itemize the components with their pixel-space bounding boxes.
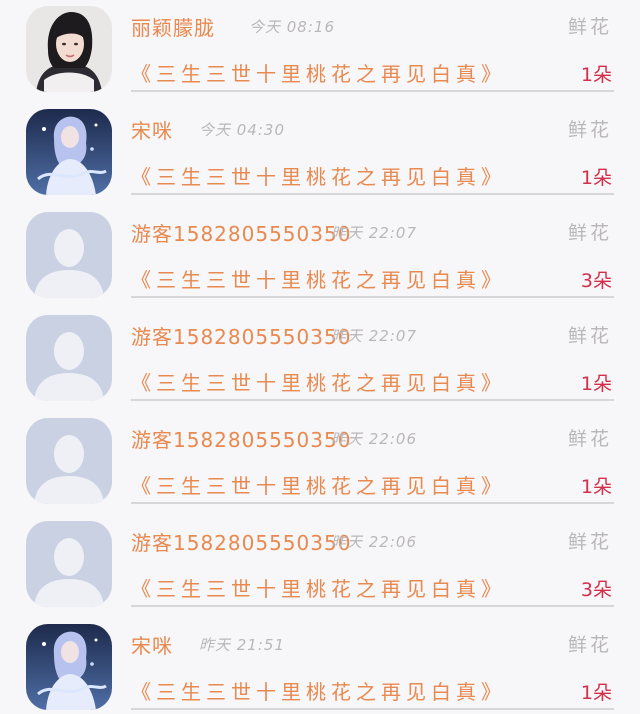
gift-count: 1朵 — [580, 682, 612, 704]
default-avatar-icon — [26, 521, 112, 607]
timestamp: 今天 08:16 — [249, 18, 335, 36]
book-title[interactable]: 《三生三世十里桃花之再见白真》 — [131, 264, 506, 293]
divider — [131, 296, 614, 298]
user-photo-icon — [26, 6, 112, 92]
book-title[interactable]: 《三生三世十里桃花之再见白真》 — [131, 676, 506, 705]
list-item[interactable]: 宋咪 今天 04:30 鲜花 《三生三世十里桃花之再见白真》 1朵 — [0, 103, 640, 206]
gift-type: 鲜花 — [567, 325, 612, 347]
anime-avatar-icon — [26, 109, 112, 195]
avatar[interactable] — [26, 315, 112, 401]
avatar[interactable] — [26, 6, 112, 92]
avatar[interactable] — [26, 624, 112, 710]
book-title[interactable]: 《三生三世十里桃花之再见白真》 — [131, 573, 506, 602]
list-item[interactable]: 丽颖朦胧 今天 08:16 鲜花 《三生三世十里桃花之再见白真》 1朵 — [0, 0, 640, 103]
gift-count: 1朵 — [580, 476, 612, 498]
gift-type: 鲜花 — [567, 222, 612, 244]
avatar[interactable] — [26, 418, 112, 504]
user-name[interactable]: 游客1582805550350 — [131, 218, 351, 247]
gift-type: 鲜花 — [567, 119, 612, 141]
gift-count: 3朵 — [580, 579, 612, 601]
user-name[interactable]: 游客1582805550350 — [131, 527, 351, 556]
user-name[interactable]: 游客1582805550350 — [131, 424, 351, 453]
book-title[interactable]: 《三生三世十里桃花之再见白真》 — [131, 58, 506, 87]
divider — [131, 605, 614, 607]
gift-count: 1朵 — [580, 64, 612, 86]
gift-type: 鲜花 — [567, 428, 612, 450]
gift-record-list: 丽颖朦胧 今天 08:16 鲜花 《三生三世十里桃花之再见白真》 1朵 宋咪 今… — [0, 0, 640, 714]
list-item[interactable]: 游客1582805550350 昨天 22:07 鲜花 《三生三世十里桃花之再见… — [0, 206, 640, 309]
divider — [131, 399, 614, 401]
default-avatar-icon — [26, 212, 112, 298]
gift-count: 1朵 — [580, 167, 612, 189]
anime-avatar-icon — [26, 624, 112, 710]
user-name[interactable]: 宋咪 — [131, 115, 173, 144]
timestamp: 昨天 21:51 — [199, 636, 285, 654]
book-title[interactable]: 《三生三世十里桃花之再见白真》 — [131, 161, 506, 190]
gift-count: 3朵 — [580, 270, 612, 292]
user-name[interactable]: 宋咪 — [131, 630, 173, 659]
gift-type: 鲜花 — [567, 531, 612, 553]
avatar[interactable] — [26, 212, 112, 298]
timestamp: 昨天 22:07 — [331, 327, 417, 345]
default-avatar-icon — [26, 315, 112, 401]
divider — [131, 502, 614, 504]
timestamp: 今天 04:30 — [199, 121, 285, 139]
default-avatar-icon — [26, 418, 112, 504]
list-item[interactable]: 宋咪 昨天 21:51 鲜花 《三生三世十里桃花之再见白真》 1朵 — [0, 618, 640, 714]
list-item[interactable]: 游客1582805550350 昨天 22:07 鲜花 《三生三世十里桃花之再见… — [0, 309, 640, 412]
gift-type: 鲜花 — [567, 634, 612, 656]
gift-count: 1朵 — [580, 373, 612, 395]
divider — [131, 708, 614, 710]
list-item[interactable]: 游客1582805550350 昨天 22:06 鲜花 《三生三世十里桃花之再见… — [0, 412, 640, 515]
timestamp: 昨天 22:07 — [331, 224, 417, 242]
user-name[interactable]: 游客1582805550350 — [131, 321, 351, 350]
divider — [131, 193, 614, 195]
list-item[interactable]: 游客1582805550350 昨天 22:06 鲜花 《三生三世十里桃花之再见… — [0, 515, 640, 618]
avatar[interactable] — [26, 109, 112, 195]
timestamp: 昨天 22:06 — [331, 533, 417, 551]
divider — [131, 90, 614, 92]
timestamp: 昨天 22:06 — [331, 430, 417, 448]
user-name[interactable]: 丽颖朦胧 — [131, 12, 215, 41]
avatar[interactable] — [26, 521, 112, 607]
book-title[interactable]: 《三生三世十里桃花之再见白真》 — [131, 470, 506, 499]
book-title[interactable]: 《三生三世十里桃花之再见白真》 — [131, 367, 506, 396]
gift-type: 鲜花 — [567, 16, 612, 38]
